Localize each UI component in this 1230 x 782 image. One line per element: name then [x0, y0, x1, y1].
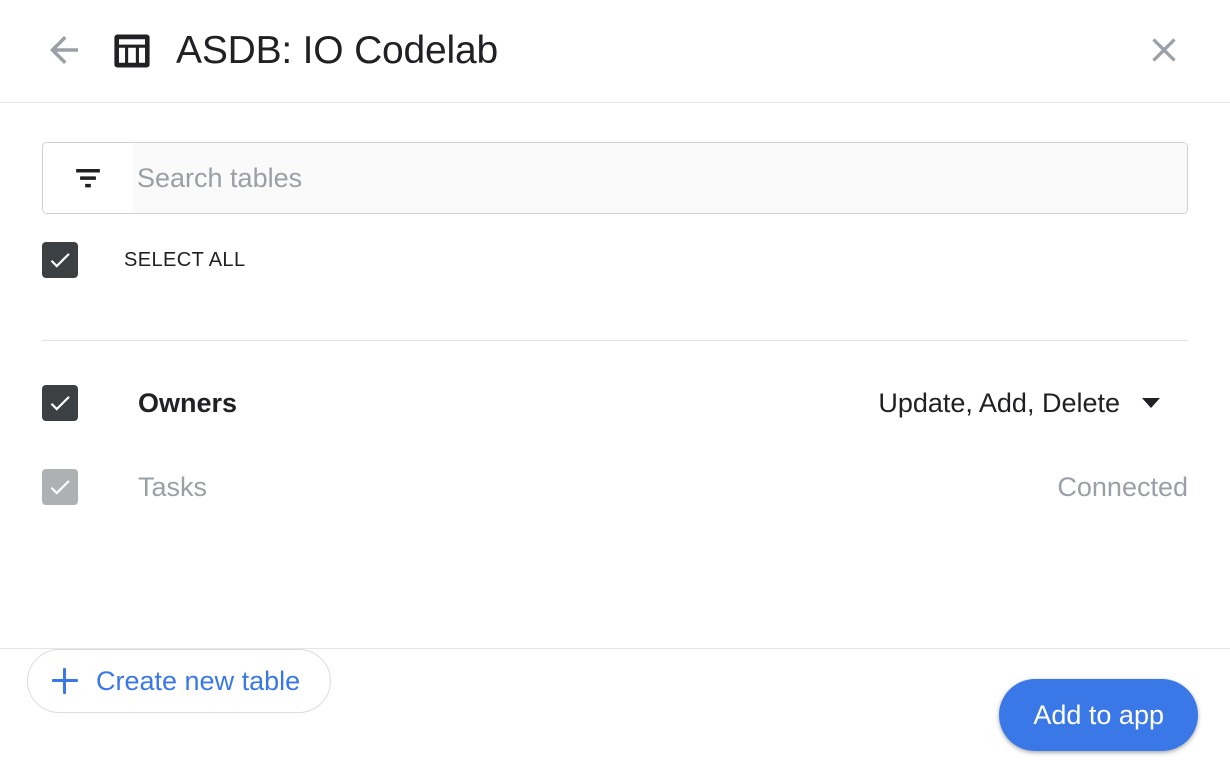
select-tables-dialog: ASDB: IO Codelab SEL — [0, 0, 1230, 782]
close-button[interactable] — [1140, 27, 1188, 75]
dialog-body: SELECT ALL Owners Update, Add, Delete — [0, 103, 1230, 713]
table-row[interactable]: Owners Update, Add, Delete — [42, 375, 1188, 431]
list-divider — [42, 340, 1188, 341]
select-all-checkbox[interactable] — [42, 242, 78, 278]
dialog-header: ASDB: IO Codelab — [0, 0, 1230, 103]
table-checkbox-tasks — [42, 469, 78, 505]
dialog-footer: Add to app — [0, 648, 1230, 782]
connection-status-tasks: Connected — [1057, 472, 1188, 503]
search-input[interactable] — [133, 143, 1187, 213]
table-name-owners: Owners — [138, 387, 238, 418]
permission-dropdown-owners[interactable]: Update, Add, Delete — [878, 388, 1188, 419]
permission-label-owners: Update, Add, Delete — [878, 387, 1120, 418]
status-badge: Connected — [1057, 471, 1188, 502]
chevron-down-icon — [1142, 398, 1160, 408]
filter-list-icon — [43, 143, 133, 213]
table-row: Tasks Connected — [42, 459, 1188, 515]
search-tables-field[interactable] — [42, 142, 1188, 214]
add-to-app-button[interactable]: Add to app — [999, 679, 1198, 751]
arrow-back-icon — [43, 29, 85, 74]
table-checkbox-owners[interactable] — [42, 385, 78, 421]
select-all-label: SELECT ALL — [124, 248, 246, 271]
select-all-row[interactable]: SELECT ALL — [42, 242, 245, 278]
page-title: ASDB: IO Codelab — [176, 29, 498, 72]
table-name-tasks: Tasks — [138, 471, 208, 502]
table-icon — [110, 29, 154, 73]
close-icon — [1144, 30, 1184, 73]
back-button[interactable] — [40, 27, 88, 75]
